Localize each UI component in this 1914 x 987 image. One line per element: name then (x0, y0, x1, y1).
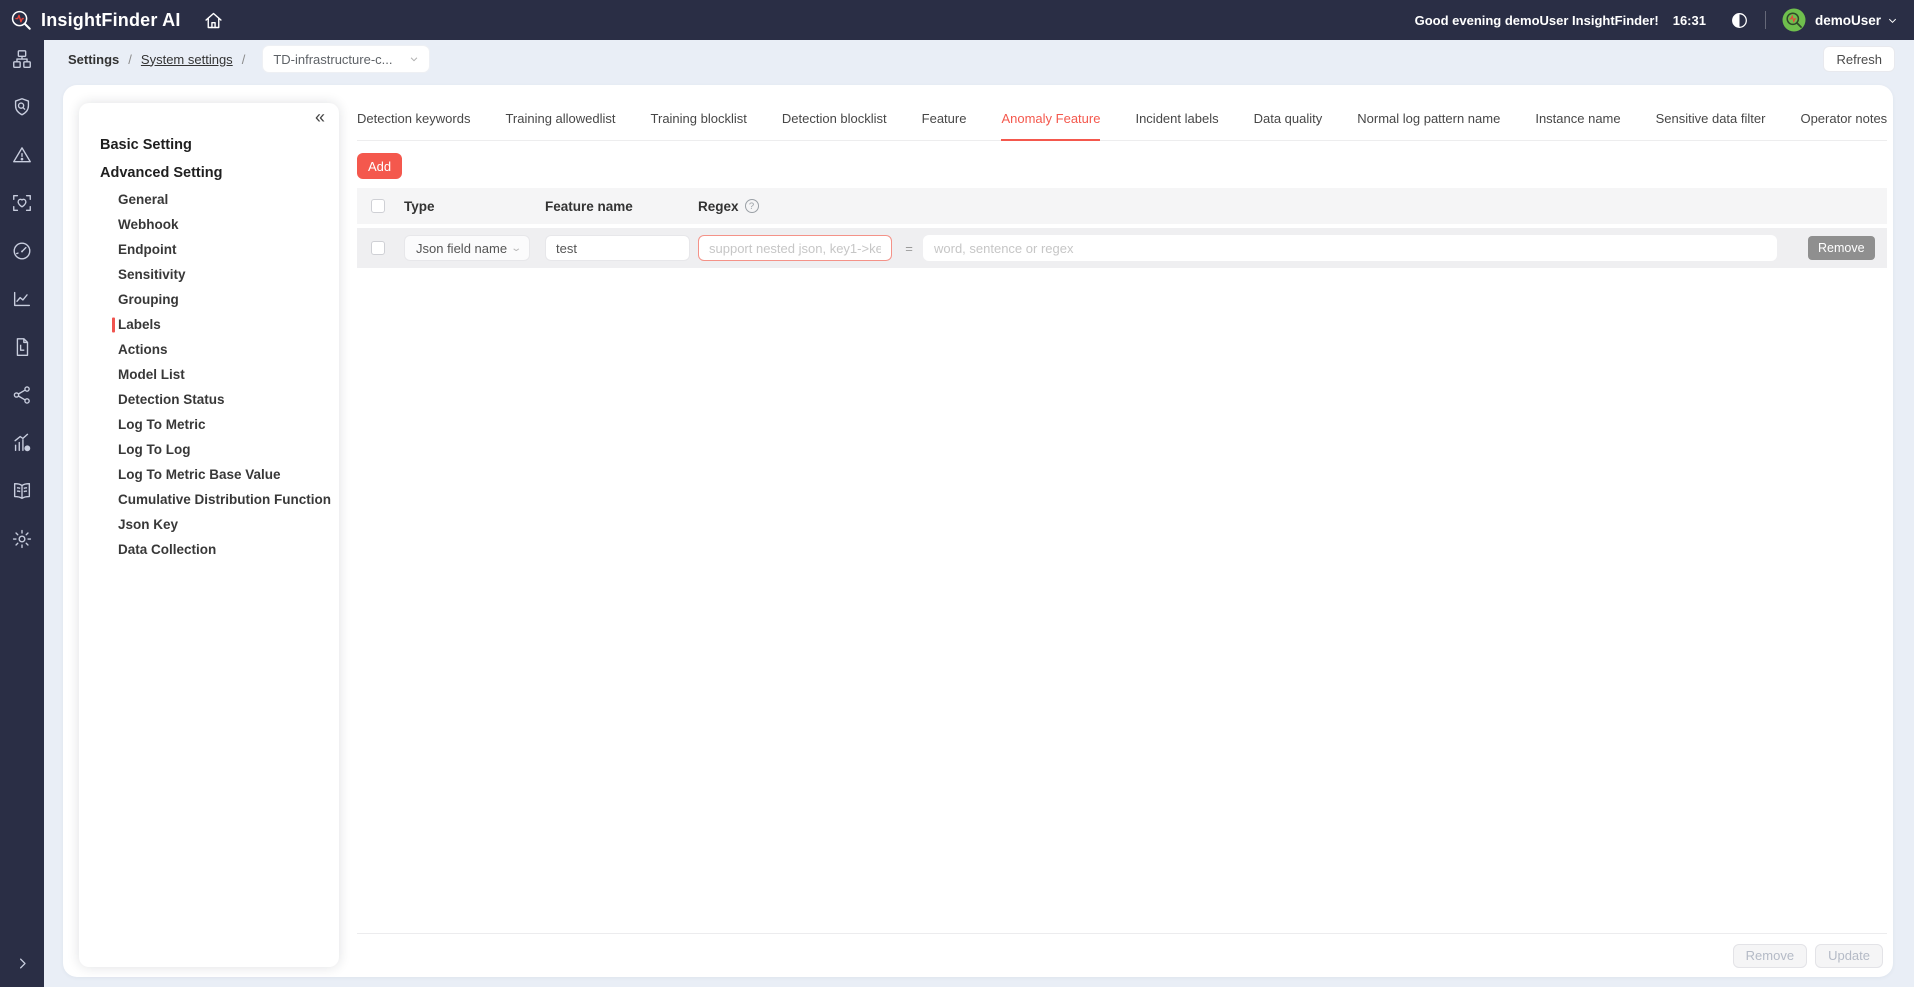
toolbar: Add (357, 153, 1887, 179)
chevron-down-icon (409, 54, 419, 64)
breadcrumb: Settings / System settings / TD-infrastr… (44, 40, 1914, 78)
equals-sign: = (904, 241, 914, 256)
menu-item-endpoint[interactable]: Endpoint (79, 237, 339, 262)
breadcrumb-system-settings-link[interactable]: System settings (141, 52, 233, 67)
alerts-icon[interactable] (11, 144, 33, 166)
footer-remove-button[interactable]: Remove (1733, 944, 1807, 968)
menu-item-log-to-log[interactable]: Log To Log (79, 437, 339, 462)
clock: 16:31 (1673, 13, 1706, 28)
topbar-divider (1765, 11, 1766, 29)
feature-name-input[interactable] (545, 235, 690, 261)
avatar[interactable] (1782, 8, 1806, 32)
expand-icon[interactable] (15, 956, 30, 971)
menu-item-sensitivity[interactable]: Sensitivity (79, 262, 339, 287)
type-select-value: Json field name (416, 241, 507, 256)
breadcrumb-settings: Settings (68, 52, 119, 67)
table-row: Json field name ⌄ = (357, 228, 1887, 268)
greeting-text: Good evening demoUser InsightFinder! (1415, 13, 1659, 28)
settings-menu-card: « Basic Setting Advanced Setting General… (79, 103, 339, 967)
menu-item-grouping[interactable]: Grouping (79, 287, 339, 312)
gauge-icon[interactable] (11, 240, 33, 262)
capacity-icon[interactable] (11, 432, 33, 454)
regex-help-icon[interactable]: ? (745, 199, 759, 213)
settings-menu-list: Basic Setting Advanced Setting General W… (79, 109, 339, 562)
select-all-checkbox[interactable] (371, 199, 385, 213)
tab-feature[interactable]: Feature (922, 111, 967, 140)
menu-item-general[interactable]: General (79, 187, 339, 212)
footer-actions: Remove Update (357, 933, 1887, 977)
menu-item-json-key[interactable]: Json Key (79, 512, 339, 537)
knowledge-book-icon[interactable] (11, 480, 33, 502)
empty-area (357, 268, 1887, 933)
menu-item-basic-setting[interactable]: Basic Setting (79, 131, 339, 159)
tab-detection-blocklist[interactable]: Detection blocklist (782, 111, 887, 140)
topbar-right: Good evening demoUser InsightFinder! 16:… (1415, 8, 1898, 32)
chevron-down-icon: ⌄ (510, 243, 522, 254)
menu-item-webhook[interactable]: Webhook (79, 212, 339, 237)
tab-anomaly-feature[interactable]: Anomaly Feature (1001, 111, 1100, 141)
breadcrumb-separator: / (242, 52, 246, 67)
icon-sidebar (0, 40, 44, 987)
collapse-menu-icon[interactable]: « (315, 107, 325, 128)
tab-training-blocklist[interactable]: Training blocklist (651, 111, 747, 140)
project-selector[interactable]: TD-infrastructure-c... (263, 46, 428, 72)
insightfinder-logo-icon (10, 9, 33, 32)
user-menu-chevron-down-icon[interactable] (1887, 15, 1898, 26)
theme-toggle-icon[interactable] (1730, 11, 1749, 30)
menu-item-cumulative-distribution-function[interactable]: Cumulative Distribution Function (79, 487, 339, 512)
home-icon[interactable] (203, 10, 224, 31)
brand: InsightFinder AI (10, 9, 181, 32)
menu-item-actions[interactable]: Actions (79, 337, 339, 362)
regex-value-input[interactable] (923, 235, 1777, 261)
tab-normal-log-pattern-name[interactable]: Normal log pattern name (1357, 111, 1500, 140)
project-selector-value: TD-infrastructure-c... (273, 52, 392, 67)
menu-item-detection-status[interactable]: Detection Status (79, 387, 339, 412)
regex-key-input[interactable] (698, 235, 892, 261)
menu-item-advanced-setting[interactable]: Advanced Setting (79, 159, 339, 187)
row-checkbox[interactable] (371, 241, 385, 255)
tab-training-allowedlist[interactable]: Training allowedlist (505, 111, 615, 140)
username[interactable]: demoUser (1815, 13, 1881, 28)
labels-main-panel: Detection keywords Training allowedlist … (357, 85, 1887, 977)
topology-icon[interactable] (11, 48, 33, 70)
tab-operator-notes[interactable]: Operator notes (1800, 111, 1887, 140)
tab-instance-name[interactable]: Instance name (1535, 111, 1620, 140)
add-button[interactable]: Add (357, 153, 402, 179)
line-chart-icon[interactable] (11, 288, 33, 310)
tab-sensitive-data-filter[interactable]: Sensitive data filter (1656, 111, 1766, 140)
brand-name: InsightFinder AI (41, 10, 181, 31)
menu-item-labels[interactable]: Labels (79, 312, 339, 337)
column-header-regex: Regex (698, 199, 739, 214)
app-root: InsightFinder AI Good evening demoUser I… (0, 0, 1914, 987)
label-tabs: Detection keywords Training allowedlist … (357, 85, 1887, 141)
menu-item-data-collection[interactable]: Data Collection (79, 537, 339, 562)
column-header-type: Type (404, 199, 530, 214)
tab-detection-keywords[interactable]: Detection keywords (357, 111, 470, 140)
security-scan-icon[interactable] (11, 96, 33, 118)
content: Settings / System settings / TD-infrastr… (44, 40, 1914, 987)
menu-item-log-to-metric-base-value[interactable]: Log To Metric Base Value (79, 462, 339, 487)
row-remove-button[interactable]: Remove (1808, 236, 1875, 260)
menu-item-model-list[interactable]: Model List (79, 362, 339, 387)
footer-update-button[interactable]: Update (1815, 944, 1883, 968)
breadcrumb-separator: / (128, 52, 132, 67)
type-select[interactable]: Json field name ⌄ (404, 235, 530, 261)
table-header: Type Feature name Regex ? (357, 188, 1887, 224)
topbar: InsightFinder AI Good evening demoUser I… (0, 0, 1914, 40)
tab-incident-labels[interactable]: Incident labels (1135, 111, 1218, 140)
share-graph-icon[interactable] (11, 384, 33, 406)
settings-gear-icon[interactable] (11, 528, 33, 550)
health-scan-icon[interactable] (11, 192, 33, 214)
log-file-icon[interactable] (11, 336, 33, 358)
tab-data-quality[interactable]: Data quality (1254, 111, 1323, 140)
settings-panel: « Basic Setting Advanced Setting General… (63, 85, 1893, 977)
column-header-feature-name: Feature name (545, 199, 690, 214)
refresh-button[interactable]: Refresh (1823, 46, 1895, 72)
menu-item-log-to-metric[interactable]: Log To Metric (79, 412, 339, 437)
